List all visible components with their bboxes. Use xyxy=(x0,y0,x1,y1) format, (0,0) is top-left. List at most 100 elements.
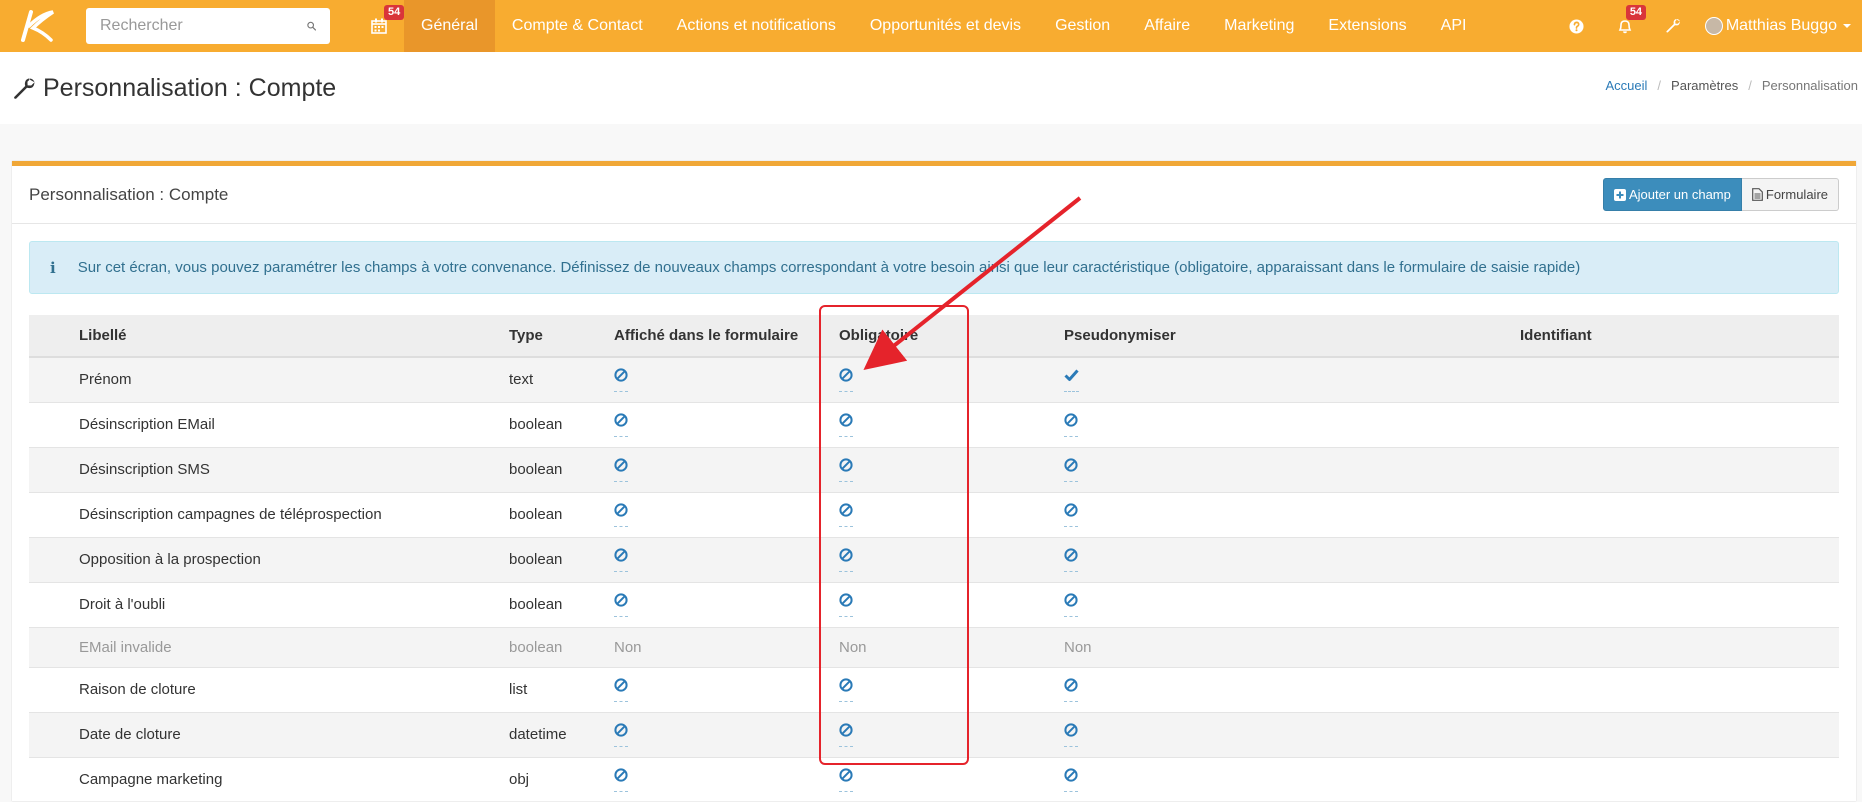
toggle-pseudo[interactable] xyxy=(1064,368,1079,392)
nav-affaire[interactable]: Affaire xyxy=(1127,0,1207,52)
ban-icon xyxy=(614,457,628,472)
notifications-button[interactable]: 54 xyxy=(1601,0,1649,52)
header-required[interactable]: Obligatoire xyxy=(839,315,1064,358)
table-row[interactable]: Opposition à la prospection boolean xyxy=(29,536,1839,582)
toggle-required[interactable] xyxy=(839,412,853,437)
cell-type: boolean xyxy=(509,536,614,582)
cell-required xyxy=(839,446,1064,492)
bell-icon xyxy=(1618,20,1632,34)
toggle-pseudo[interactable] xyxy=(1064,412,1078,437)
header-shown[interactable]: Affiché dans le formulaire xyxy=(614,315,839,358)
nav-marketing[interactable]: Marketing xyxy=(1207,0,1311,52)
field-label: Opposition à la prospection xyxy=(79,551,261,568)
ban-icon xyxy=(839,502,853,517)
table-row[interactable]: Désinscription EMail boolean xyxy=(29,401,1839,447)
field-type: boolean xyxy=(509,638,563,656)
breadcrumb-settings[interactable]: Paramètres xyxy=(1671,78,1738,93)
search-input[interactable] xyxy=(100,17,307,35)
toggle-shown[interactable] xyxy=(614,722,628,747)
table-row[interactable]: EMail invalide boolean Non Non Non xyxy=(29,626,1839,667)
header-type[interactable]: Type xyxy=(509,315,614,358)
calendar-button[interactable]: 54 xyxy=(364,0,405,52)
cell-type: text xyxy=(509,356,614,402)
toggle-pseudo[interactable] xyxy=(1064,502,1078,527)
toggle-required[interactable] xyxy=(839,547,853,572)
toggle-shown[interactable] xyxy=(614,768,628,792)
toggle-required[interactable] xyxy=(839,592,853,617)
notifications-badge: 54 xyxy=(1625,5,1647,20)
cell-identifier xyxy=(1520,491,1839,537)
cell-required xyxy=(839,581,1064,627)
toggle-pseudo[interactable] xyxy=(1064,722,1078,747)
ban-icon xyxy=(1064,592,1078,607)
settings-button[interactable] xyxy=(1649,0,1697,52)
toggle-required[interactable] xyxy=(839,722,853,747)
toggle-shown[interactable] xyxy=(614,592,628,617)
toggle-pseudo[interactable] xyxy=(1064,768,1078,792)
cell-label: Date de cloture xyxy=(29,711,509,757)
table-row[interactable]: Date de cloture datetime xyxy=(29,711,1839,757)
field-type: boolean xyxy=(509,461,563,478)
toggle-shown[interactable] xyxy=(614,502,628,527)
cell-required xyxy=(839,356,1064,402)
toggle-required[interactable] xyxy=(839,368,853,392)
toggle-shown[interactable] xyxy=(614,677,628,702)
cell-type: datetime xyxy=(509,711,614,757)
cell-shown: Non xyxy=(614,626,839,667)
field-label: Prénom xyxy=(79,371,132,389)
calendar-badge: 54 xyxy=(384,5,405,20)
nav-compte-contact[interactable]: Compte & Contact xyxy=(495,0,660,52)
ban-icon xyxy=(614,592,628,607)
ban-icon xyxy=(1064,768,1078,782)
nav-general[interactable]: Général xyxy=(404,0,495,52)
breadcrumb-home[interactable]: Accueil xyxy=(1606,78,1648,93)
panel-actions: Ajouter un champ Formulaire xyxy=(1602,178,1839,211)
toggle-required[interactable] xyxy=(839,677,853,702)
toggle-pseudo[interactable] xyxy=(1064,592,1078,617)
nav-api[interactable]: API xyxy=(1424,0,1484,52)
form-button[interactable]: Formulaire xyxy=(1741,178,1839,211)
toggle-pseudo[interactable] xyxy=(1064,677,1078,702)
toggle-shown[interactable] xyxy=(614,368,628,392)
toggle-shown[interactable] xyxy=(614,412,628,437)
app-logo[interactable] xyxy=(8,0,66,52)
toggle-required[interactable] xyxy=(839,502,853,527)
value-shown: Non xyxy=(614,638,642,656)
search-box xyxy=(86,8,330,44)
header-pseudo[interactable]: Pseudonymiser xyxy=(1064,315,1520,358)
nav-actions-notifications[interactable]: Actions et notifications xyxy=(660,0,853,52)
table-row[interactable]: Raison de cloture list xyxy=(29,666,1839,712)
nav-extensions[interactable]: Extensions xyxy=(1311,0,1423,52)
toggle-shown[interactable] xyxy=(614,547,628,572)
cell-shown xyxy=(614,446,839,492)
field-type: text xyxy=(509,371,534,389)
nav-opportunites-devis[interactable]: Opportunités et devis xyxy=(853,0,1038,52)
cell-identifier xyxy=(1520,666,1839,712)
header-identifier[interactable]: Identifiant xyxy=(1520,315,1839,358)
field-type: boolean xyxy=(509,551,563,568)
field-type: datetime xyxy=(509,726,567,743)
ban-icon xyxy=(1064,412,1078,427)
ban-icon xyxy=(839,677,853,692)
table-row[interactable]: Désinscription campagnes de téléprospect… xyxy=(29,491,1839,537)
toggle-pseudo[interactable] xyxy=(1064,547,1078,572)
toggle-shown[interactable] xyxy=(614,457,628,482)
table-row[interactable]: Droit à l'oubli boolean xyxy=(29,581,1839,627)
toggle-pseudo[interactable] xyxy=(1064,457,1078,482)
cell-pseudo xyxy=(1064,666,1520,712)
table-row[interactable]: Désinscription SMS boolean xyxy=(29,446,1839,492)
help-button[interactable] xyxy=(1553,0,1601,52)
search-icon[interactable] xyxy=(307,18,316,34)
table-row[interactable]: Campagne marketing obj xyxy=(29,756,1839,802)
toggle-required[interactable] xyxy=(839,457,853,482)
ban-icon xyxy=(1064,502,1078,517)
calendar-icon xyxy=(371,18,387,34)
nav-gestion[interactable]: Gestion xyxy=(1038,0,1127,52)
cell-pseudo xyxy=(1064,711,1520,757)
header-label[interactable]: Libellé xyxy=(29,315,509,358)
user-menu[interactable]: Matthias Buggo xyxy=(1704,17,1862,35)
table-row[interactable]: Prénom text xyxy=(29,356,1839,402)
avatar xyxy=(1704,17,1723,35)
toggle-required[interactable] xyxy=(839,768,853,792)
add-field-button[interactable]: Ajouter un champ xyxy=(1602,178,1742,211)
